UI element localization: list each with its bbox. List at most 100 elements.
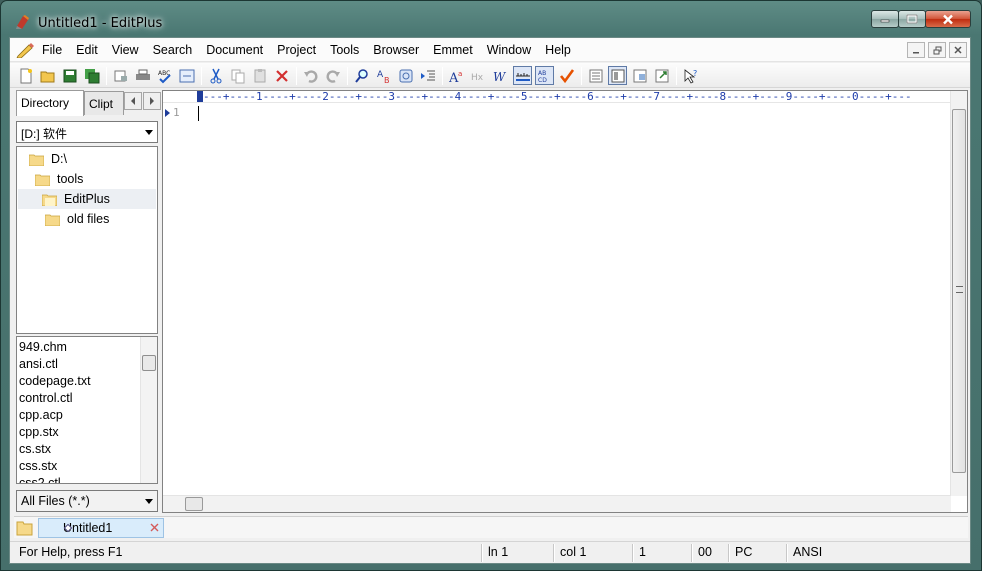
font-button[interactable]: Aa <box>447 66 466 85</box>
drive-select[interactable]: [D:] 软件 <box>16 121 158 143</box>
file-list-item[interactable]: codepage.txt <box>19 373 91 390</box>
tree-node-old-files[interactable]: old files <box>44 209 109 229</box>
menu-emmet[interactable]: Emmet <box>433 43 473 57</box>
status-column: col 1 <box>554 544 632 562</box>
check-button[interactable] <box>557 66 576 85</box>
mdi-minimize-button[interactable] <box>907 42 925 58</box>
directory-button[interactable] <box>586 66 605 85</box>
title-bar[interactable]: Untitled1 - EditPlus <box>1 1 981 37</box>
document-tab-untitled1[interactable]: Untitled1 <box>38 518 164 538</box>
tab-cliptext[interactable]: Clipt <box>84 91 124 115</box>
file-filter-select[interactable]: All Files (*.*) <box>16 490 158 512</box>
tree-node-root[interactable]: D:\ <box>28 149 67 169</box>
help-button[interactable]: ? <box>681 66 700 85</box>
mdi-close-button[interactable] <box>949 42 967 58</box>
menu-browser[interactable]: Browser <box>373 43 419 57</box>
folder-icon[interactable] <box>16 519 34 537</box>
editor-horizontal-scrollbar[interactable] <box>163 495 951 512</box>
column-ruler: ---+----1----+----2----+----3----+----4-… <box>163 91 967 103</box>
maximize-button[interactable] <box>898 10 926 28</box>
print-icon <box>135 69 150 80</box>
copy-button[interactable] <box>228 66 247 85</box>
tab-scroll-right-button[interactable] <box>143 92 161 110</box>
tree-node-editplus[interactable]: EditPlus <box>18 189 156 209</box>
browser-view-icon <box>399 69 412 82</box>
status-eol[interactable]: PC <box>729 544 785 562</box>
drive-select-value: [D:] 软件 <box>21 127 68 141</box>
print-button[interactable] <box>133 66 152 85</box>
indent-button[interactable] <box>418 66 437 85</box>
file-list-item[interactable]: 949.chm <box>19 339 91 356</box>
menu-project[interactable]: Project <box>277 43 316 57</box>
file-list-item[interactable]: control.ctl <box>19 390 91 407</box>
word-wrap-icon: W <box>493 70 507 84</box>
menu-search[interactable]: Search <box>153 43 193 57</box>
close-icon[interactable] <box>150 523 159 532</box>
menu-view[interactable]: View <box>112 43 139 57</box>
status-encoding[interactable]: ANSI <box>787 544 847 562</box>
svg-text:W: W <box>493 70 507 84</box>
cliptext-button[interactable] <box>630 66 649 85</box>
ruler-text: ---+----1----+----2----+----3----+----4-… <box>203 91 912 103</box>
help-icon: ? <box>684 69 697 84</box>
directory-icon <box>589 69 602 82</box>
folder-open-icon <box>41 193 58 206</box>
menu-help[interactable]: Help <box>545 43 571 57</box>
browser-button[interactable] <box>177 66 196 85</box>
tab-scroll-left-button[interactable] <box>124 92 142 110</box>
word-wrap-button[interactable]: W <box>491 66 510 85</box>
new-button[interactable] <box>16 66 35 85</box>
browser-view-button[interactable] <box>396 66 415 85</box>
file-list-item[interactable]: cpp.acp <box>19 407 91 424</box>
menu-edit[interactable]: Edit <box>76 43 98 57</box>
line-number-button[interactable]: AB CD <box>535 66 554 85</box>
output-icon <box>611 69 624 82</box>
delete-button[interactable] <box>272 66 291 85</box>
open-button[interactable] <box>38 66 57 85</box>
find-button[interactable] <box>352 66 371 85</box>
editor-area[interactable]: ---+----1----+----2----+----3----+----4-… <box>162 90 968 513</box>
mdi-restore-button[interactable] <box>928 42 946 58</box>
minimize-button[interactable] <box>871 10 899 28</box>
tree-node-tools[interactable]: tools <box>34 169 84 189</box>
fullscreen-button[interactable] <box>652 66 671 85</box>
replace-button[interactable]: AB <box>374 66 393 85</box>
menu-window[interactable]: Window <box>487 43 531 57</box>
file-list-item[interactable]: css2.ctl <box>19 475 91 483</box>
file-list-scrollbar[interactable] <box>140 337 157 483</box>
scrollbar-thumb[interactable] <box>185 497 203 511</box>
spell-check-button[interactable]: ABC <box>155 66 174 85</box>
paste-button[interactable] <box>250 66 269 85</box>
new-icon <box>20 68 32 83</box>
tree-node-label: tools <box>57 172 84 186</box>
close-button[interactable] <box>925 10 971 28</box>
menu-file[interactable]: File <box>42 43 62 57</box>
scrollbar-thumb[interactable] <box>952 109 966 473</box>
print-preview-button[interactable] <box>111 66 130 85</box>
chevron-left-icon <box>131 97 135 105</box>
file-list-item[interactable]: cpp.stx <box>19 424 91 441</box>
ruler-button[interactable] <box>513 66 532 85</box>
chevron-down-icon <box>145 499 153 504</box>
file-list-item[interactable]: css.stx <box>19 458 91 475</box>
check-icon <box>559 68 574 83</box>
undo-button[interactable] <box>301 66 320 85</box>
editor-vertical-scrollbar[interactable] <box>950 91 967 496</box>
menu-document[interactable]: Document <box>206 43 263 57</box>
output-window-button[interactable] <box>608 66 627 85</box>
scrollbar-thumb[interactable] <box>142 355 156 371</box>
tab-directory[interactable]: Directory <box>16 90 84 116</box>
print-preview-icon <box>114 70 127 81</box>
undo-icon <box>303 69 317 83</box>
redo-button[interactable] <box>323 66 342 85</box>
chevron-right-icon <box>150 97 154 105</box>
cut-button[interactable] <box>206 66 225 85</box>
save-all-button[interactable] <box>82 66 101 85</box>
file-list-item[interactable]: ansi.ctl <box>19 356 91 373</box>
save-button[interactable] <box>60 66 79 85</box>
menu-tools[interactable]: Tools <box>330 43 359 57</box>
hex-button[interactable]: Hx <box>469 66 488 85</box>
main-toolbar: ABC AB Aa Hx W AB CD ? <box>10 63 970 88</box>
folder-icon <box>34 173 51 186</box>
file-list-item[interactable]: cs.stx <box>19 441 91 458</box>
